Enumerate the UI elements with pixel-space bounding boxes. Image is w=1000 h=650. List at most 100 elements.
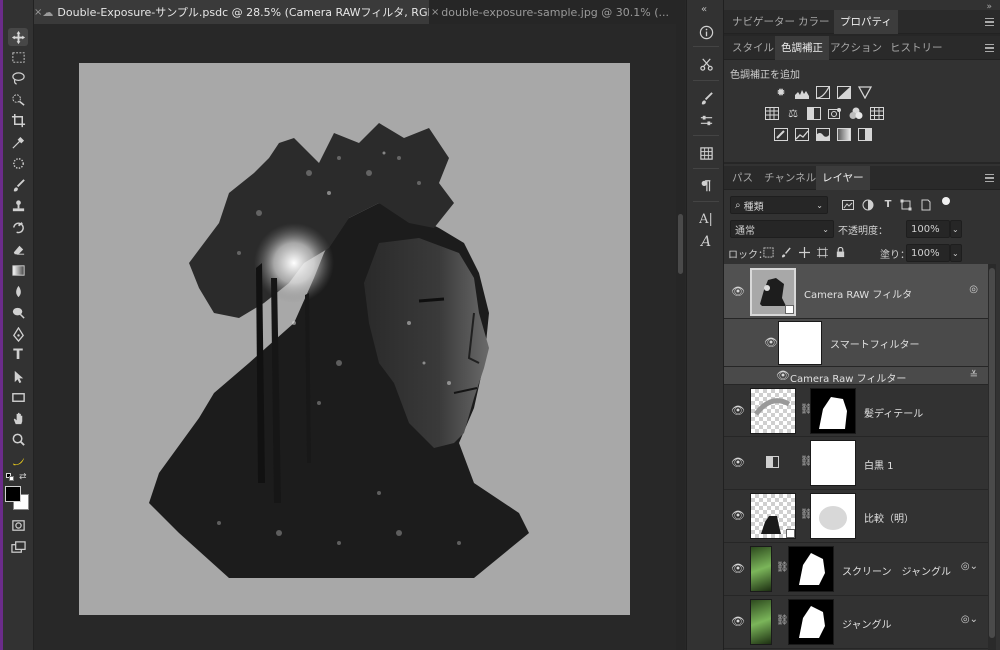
close-tab-icon[interactable]: × [429, 7, 441, 18]
gradient-map-icon[interactable] [837, 128, 851, 141]
blur-icon[interactable] [8, 282, 28, 300]
eye-icon[interactable]: 👁 [731, 405, 745, 417]
lock-transparent-icon[interactable] [762, 247, 774, 259]
invert-icon[interactable] [774, 128, 788, 141]
gradient-icon[interactable] [8, 261, 28, 279]
levels-icon[interactable] [795, 86, 809, 99]
default-colors-icon[interactable] [6, 473, 14, 481]
document-tab-active[interactable]: × ☁ Double-Exposure-サンプル.psdc @ 28.5% (C… [34, 0, 429, 24]
photo-filter-icon[interactable] [828, 107, 842, 120]
adjustment-filter-icon[interactable] [862, 199, 874, 211]
tab-paths[interactable]: パス [726, 166, 759, 190]
eye-icon[interactable]: 👁 [776, 370, 790, 382]
scrollbar-thumb[interactable] [989, 268, 995, 638]
eye-icon[interactable]: 👁 [731, 616, 745, 628]
selective-color-icon[interactable] [858, 128, 872, 141]
filter-toggle-icon[interactable] [942, 197, 950, 205]
pixel-filter-icon[interactable] [842, 199, 854, 211]
exposure-icon[interactable] [837, 86, 851, 99]
table-icon[interactable] [696, 143, 716, 163]
swap-colors-icon[interactable]: ⇄ [19, 472, 27, 482]
layer-row[interactable]: 👁 ⛓ 比較（明） [724, 490, 988, 543]
layer-row[interactable]: 👁 ⛓ スクリーン ジャングル ◎⌄ [724, 543, 988, 596]
filter-blending-options-icon[interactable]: ≚ [970, 370, 978, 381]
zoom-icon[interactable] [8, 430, 28, 448]
type-filter-icon[interactable]: T [882, 199, 894, 211]
eye-icon[interactable]: 👁 [731, 457, 745, 469]
layer-row[interactable]: 👁 ⛓ 白黒 1 [724, 437, 988, 490]
dodge-icon[interactable] [8, 303, 28, 321]
eye-icon[interactable]: 👁 [764, 337, 778, 349]
channel-mixer-icon[interactable] [849, 107, 863, 120]
rectangle-icon[interactable] [8, 388, 28, 406]
eye-icon[interactable]: 👁 [731, 510, 745, 522]
foreground-color-swatch[interactable] [5, 486, 21, 502]
eyedropper-icon[interactable] [8, 133, 28, 151]
layer-name[interactable]: 比較（明） [864, 510, 914, 525]
opacity-chevron-icon[interactable]: ⌄ [950, 220, 962, 238]
eraser-icon[interactable] [8, 240, 28, 258]
marquee-icon[interactable] [8, 48, 28, 66]
pen-icon[interactable] [8, 325, 28, 343]
layer-row[interactable]: 👁 Camera RAW フィルタ ◎ [724, 264, 988, 319]
lasso-icon[interactable] [8, 69, 28, 87]
lock-pixels-icon[interactable] [780, 247, 792, 259]
crop-icon[interactable] [8, 111, 28, 129]
layer-name[interactable]: Camera RAW フィルタ [804, 286, 912, 301]
path-select-icon[interactable] [8, 367, 28, 385]
panel-menu-icon[interactable] [985, 174, 994, 182]
tab-channels[interactable]: チャンネル [758, 166, 822, 190]
layer-name[interactable]: ジャングル [842, 616, 892, 631]
glyphs-icon[interactable]: A [696, 232, 716, 252]
close-tab-icon[interactable]: × [34, 7, 42, 18]
color-balance-icon[interactable]: ⚖ [786, 107, 800, 120]
hue-saturation-icon[interactable] [765, 107, 779, 120]
history-brush-icon[interactable] [8, 218, 28, 236]
lock-position-icon[interactable] [798, 247, 810, 259]
canvas-vertical-scrollbar[interactable] [676, 24, 685, 650]
stamp-icon[interactable] [8, 197, 28, 215]
scissors-icon[interactable] [696, 54, 716, 74]
quick-select-icon[interactable] [8, 90, 28, 108]
link-icon[interactable]: ⛓ [776, 562, 789, 573]
tab-properties[interactable]: プロパティ [834, 10, 898, 34]
tab-history[interactable]: ヒストリー [884, 36, 949, 60]
document-tab-inactive[interactable]: × double-exposure-sample.jpg @ 30.1% (..… [429, 0, 669, 24]
brush-settings-icon[interactable] [696, 88, 716, 108]
healing-icon[interactable] [8, 154, 28, 172]
paragraph-icon[interactable] [696, 176, 716, 196]
fill-chevron-icon[interactable]: ⌄ [950, 244, 962, 262]
threshold-icon[interactable] [816, 128, 830, 141]
layer-name[interactable]: スクリーン ジャングル [842, 563, 951, 578]
screen-mode-icon[interactable] [8, 538, 28, 556]
tab-styles[interactable]: スタイル [726, 36, 780, 60]
quick-mask-icon[interactable] [8, 516, 28, 534]
vibrance-icon[interactable] [858, 86, 872, 99]
lock-all-icon[interactable] [834, 246, 846, 259]
smart-object-filter-icon[interactable] [920, 199, 932, 211]
tab-actions[interactable]: アクション [824, 36, 888, 60]
tab-navigator[interactable]: ナビゲーター [726, 10, 801, 34]
link-icon[interactable]: ⛓ [776, 615, 789, 626]
document-canvas[interactable] [79, 63, 630, 615]
type-icon[interactable]: T [8, 346, 28, 364]
eye-icon[interactable]: 👁 [731, 286, 745, 298]
layer-row[interactable]: 👁 ⛓ ジャングル ◎⌄ [724, 596, 988, 649]
tab-layers[interactable]: レイヤー [816, 166, 870, 190]
layer-name[interactable]: 白黒 1 [864, 457, 894, 472]
layer-options-icon[interactable]: ◎⌄ [961, 561, 978, 572]
blend-mode-select[interactable]: 通常 ⌄ [730, 220, 834, 238]
scrollbar-thumb[interactable] [678, 214, 683, 274]
eye-icon[interactable]: 👁 [731, 563, 745, 575]
panel-menu-icon[interactable] [985, 18, 994, 26]
tool-presets-icon[interactable] [696, 110, 716, 130]
hand-icon[interactable] [8, 409, 28, 427]
move-icon[interactable] [8, 28, 28, 46]
info-icon[interactable] [696, 22, 716, 42]
layer-filter-select[interactable]: ⌕ 種類 ⌄ [730, 196, 828, 214]
layer-row[interactable]: 👁 ⛓ 髪ディテール [724, 385, 988, 437]
layer-name[interactable]: 髪ディテール [864, 405, 923, 420]
shape-filter-icon[interactable] [900, 199, 912, 211]
banana-icon[interactable] [8, 452, 28, 470]
black-white-icon[interactable] [807, 107, 821, 120]
